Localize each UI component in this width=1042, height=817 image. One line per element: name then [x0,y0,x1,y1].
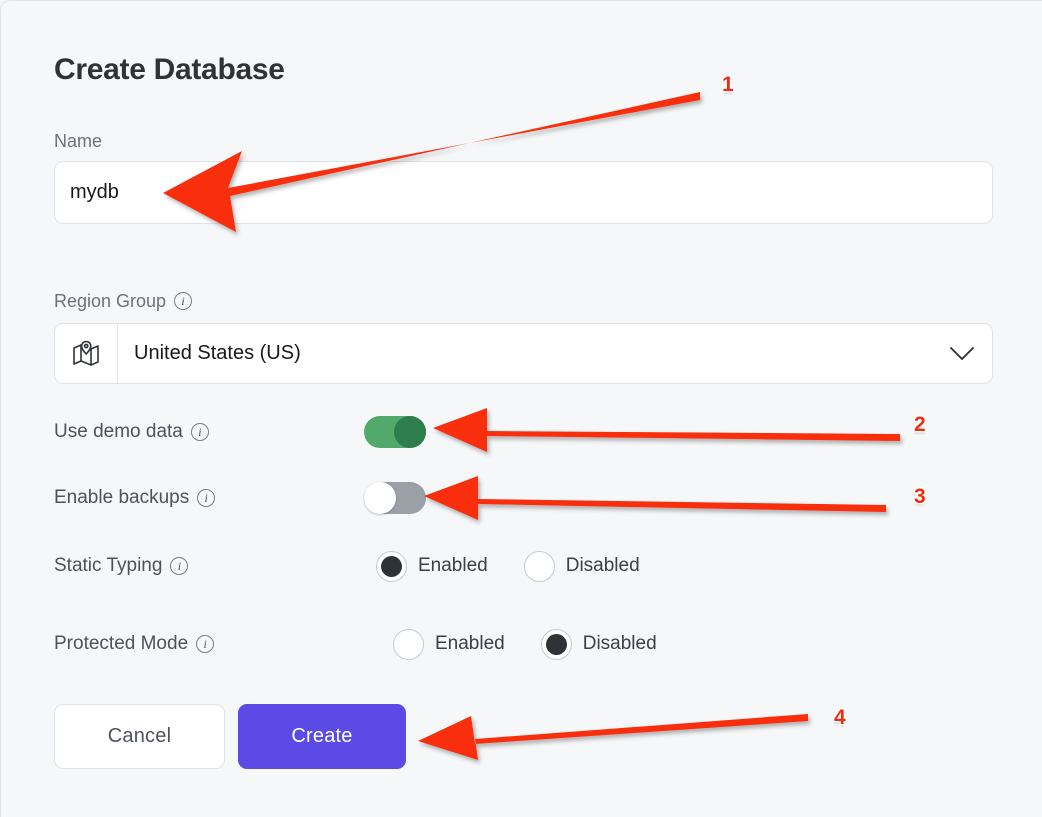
static-typing-enabled-label: Enabled [418,555,488,576]
toggle-knob [364,482,396,514]
protected-mode-label-group: Protected Mode i [54,633,364,655]
name-field-label: Name [54,131,103,151]
region-group-label: Region Group [54,291,167,311]
dialog-actions: Cancel Create [54,704,406,769]
use-demo-data-label: Use demo data [54,421,183,442]
protected-mode-disabled-option[interactable]: Disabled [540,628,657,660]
protected-mode-enabled-option[interactable]: Enabled [393,628,505,660]
enable-backups-label: Enable backups [54,487,190,508]
info-icon[interactable]: i [174,292,193,310]
static-typing-disabled-label: Disabled [565,555,640,576]
radio-button[interactable] [540,628,572,660]
use-demo-data-row: Use demo data i [54,415,754,449]
info-icon[interactable]: i [196,635,215,653]
info-icon[interactable]: i [197,489,216,507]
static-typing-enabled-option[interactable]: Enabled [376,550,488,582]
use-demo-data-label-group: Use demo data i [54,421,364,443]
create-button[interactable]: Create [238,704,406,769]
static-typing-radio-group: Enabled Disabled [376,550,640,582]
enable-backups-toggle[interactable] [364,482,426,514]
chevron-down-icon[interactable] [932,346,992,361]
annotation-number-1: 1 [722,73,734,96]
radio-button[interactable] [523,550,555,582]
region-group-value: United States (US) [134,342,301,364]
radio-button[interactable] [393,628,424,660]
use-demo-data-toggle[interactable] [364,416,426,448]
info-icon[interactable]: i [190,423,209,441]
protected-mode-label: Protected Mode [54,633,189,654]
annotation-number-4: 4 [834,706,846,729]
annotation-number-3: 3 [914,485,926,508]
enable-backups-label-group: Enable backups i [54,487,364,509]
toggle-knob [394,416,426,448]
region-group-select[interactable]: United States (US) [54,323,993,384]
protected-mode-disabled-label: Disabled [582,633,657,654]
enable-backups-row: Enable backups i [54,481,754,515]
static-typing-row: Static Typing i Enabled Disabled [54,549,754,583]
page-title: Create Database [54,53,285,86]
map-pin-icon [55,324,118,383]
region-group-label-row: Region Group i [54,291,193,311]
static-typing-label: Static Typing [54,555,163,576]
info-icon[interactable]: i [170,557,189,575]
protected-mode-row: Protected Mode i Enabled Disabled [54,627,754,661]
name-input[interactable] [54,161,993,224]
static-typing-label-group: Static Typing i [54,555,364,577]
protected-mode-enabled-label: Enabled [435,633,505,654]
create-database-dialog: Create Database Name Region Group i Unit… [0,0,1042,817]
cancel-button[interactable]: Cancel [54,704,225,769]
static-typing-disabled-option[interactable]: Disabled [523,550,640,582]
radio-button[interactable] [376,550,407,582]
annotation-number-2: 2 [914,413,926,436]
protected-mode-radio-group: Enabled Disabled [376,628,657,660]
